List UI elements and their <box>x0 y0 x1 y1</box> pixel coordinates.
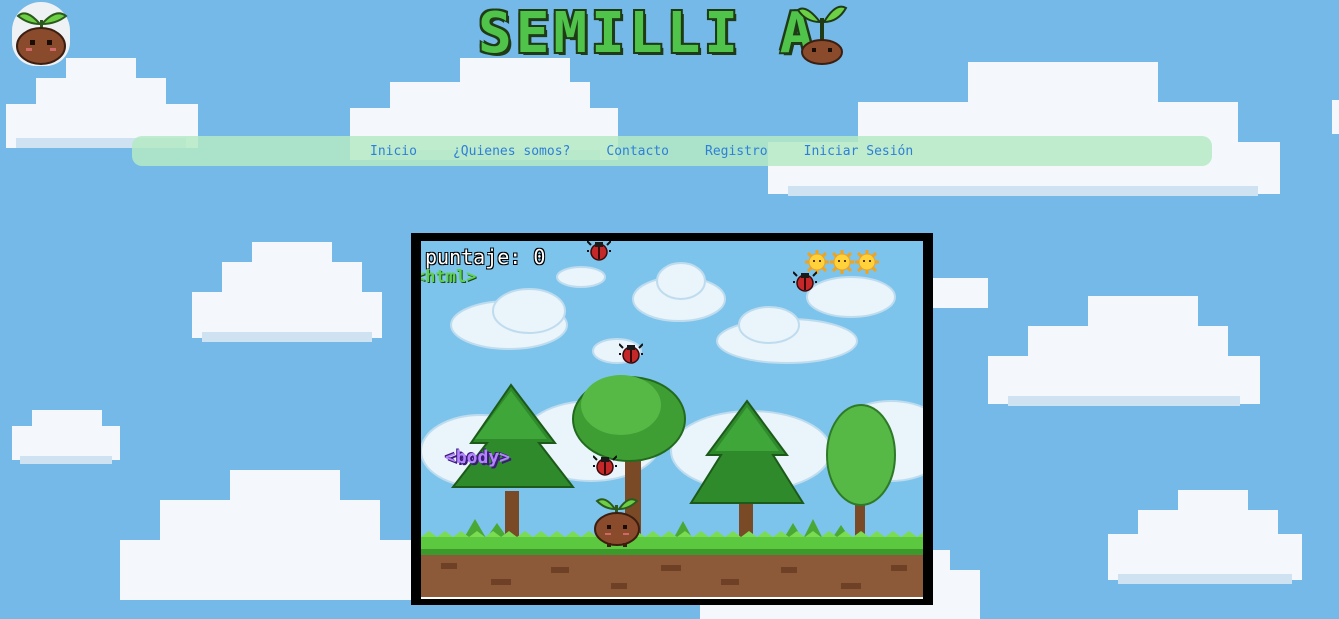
nav-item-registro[interactable]: Registro <box>705 144 768 159</box>
background-cloud <box>1108 490 1302 590</box>
background-cloud <box>768 62 1280 202</box>
site-title-text: SEMILLI A <box>478 1 818 66</box>
html-tag-collectible: <html> <box>421 267 477 287</box>
background-cloud <box>988 296 1260 414</box>
seed-mascot-icon <box>16 12 68 65</box>
nav-item-iniciar-sesion[interactable]: Iniciar Sesión <box>804 144 914 159</box>
background-cloud <box>120 470 420 600</box>
background-cloud <box>1332 100 1339 134</box>
nav-item-contacto[interactable]: Contacto <box>606 144 669 159</box>
ladybug-icon <box>793 271 817 292</box>
nav-links: Inicio ¿Quienes somos? Contacto Registro… <box>370 136 913 166</box>
score-value: 0 <box>533 245 546 269</box>
background-cloud <box>192 242 382 348</box>
ladybug-icon <box>587 241 611 261</box>
score-label: puntaje: <box>425 245 522 269</box>
score-display: puntaje: 0 <box>425 245 545 269</box>
main-nav: Inicio ¿Quienes somos? Contacto Registro… <box>132 136 1212 166</box>
sun-icon <box>855 250 879 274</box>
game-frame: puntaje: 0 <html> <body> <box>411 233 933 605</box>
seed-player-icon <box>594 498 640 547</box>
background-cloud <box>12 400 120 470</box>
nav-item-quienes-somos[interactable]: ¿Quienes somos? <box>453 144 570 159</box>
logo-avatar[interactable] <box>12 2 70 66</box>
body-tag-collectible: <body> <box>445 447 511 468</box>
ladybug-icon <box>619 343 643 364</box>
game-scene-background <box>421 262 923 599</box>
sun-icon <box>830 250 854 274</box>
game-canvas[interactable]: puntaje: 0 <html> <body> <box>421 241 923 599</box>
background-cloud <box>930 268 988 318</box>
sprout-logo-icon <box>796 5 848 65</box>
ladybug-icon <box>593 455 617 476</box>
nav-item-inicio[interactable]: Inicio <box>370 144 417 159</box>
